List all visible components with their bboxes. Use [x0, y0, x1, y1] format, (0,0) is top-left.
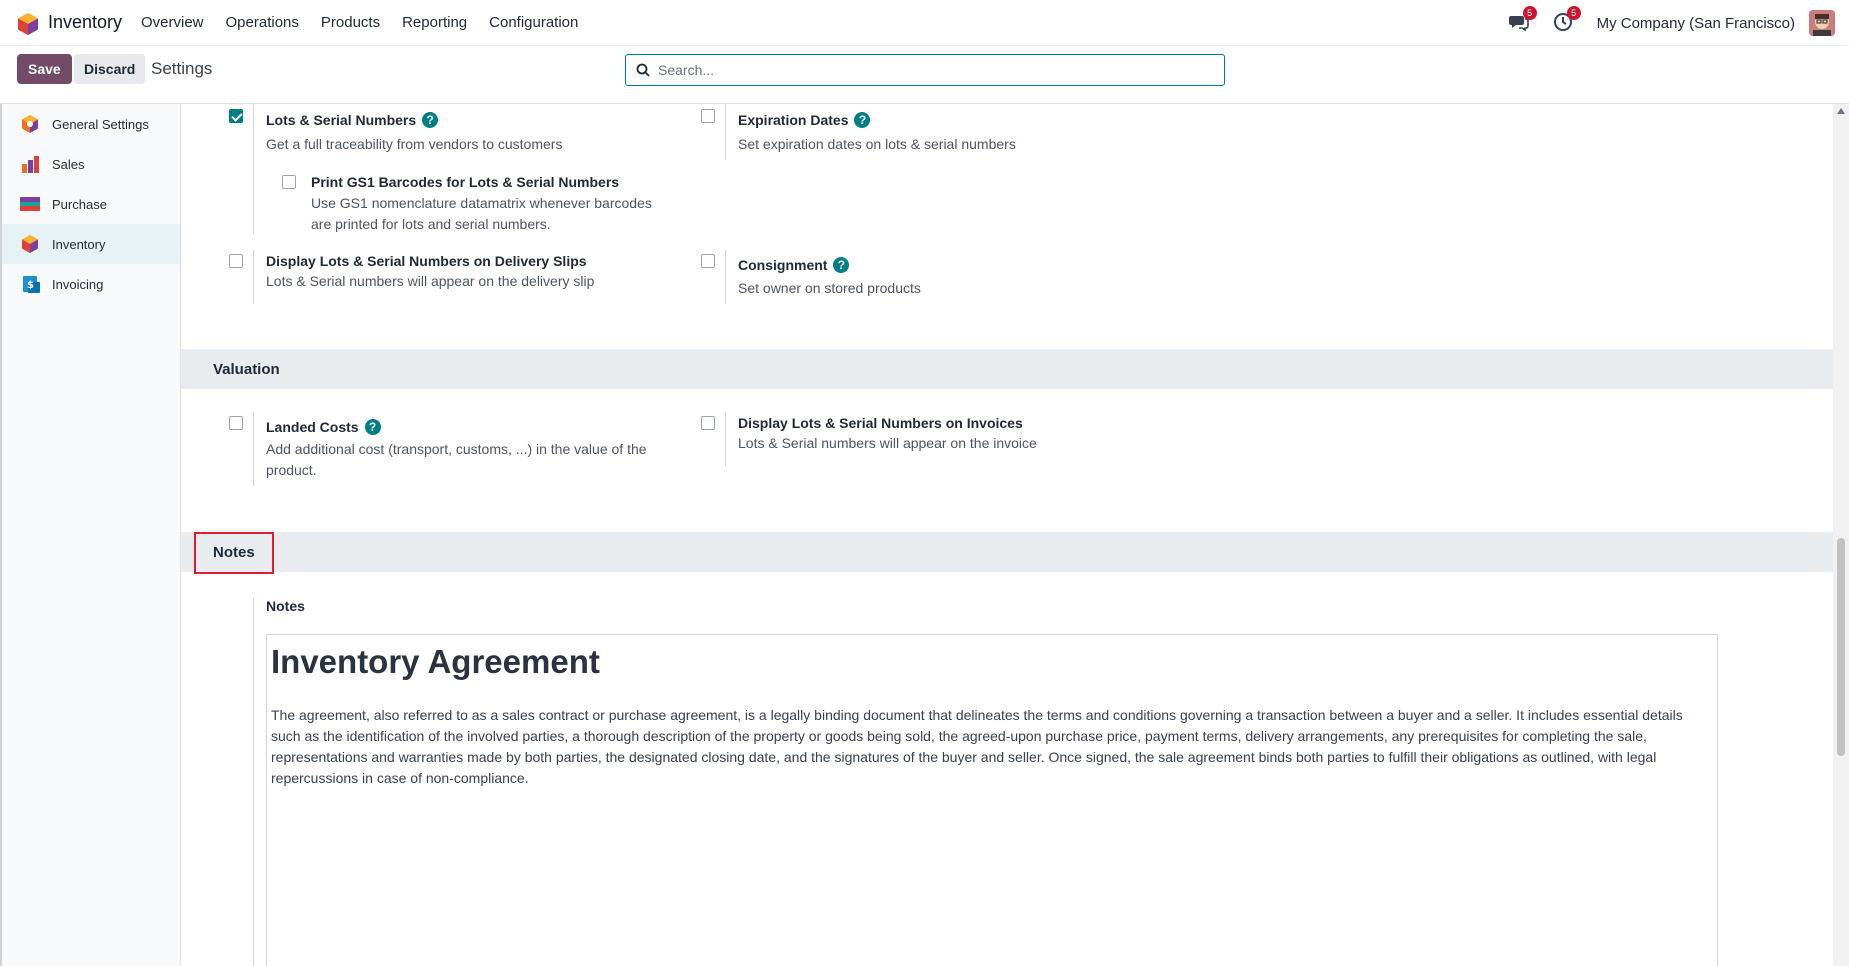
- help-icon[interactable]: ?: [422, 112, 439, 128]
- search-icon: [636, 63, 650, 77]
- setting-divider: [253, 598, 254, 966]
- help-icon[interactable]: ?: [364, 419, 381, 435]
- inventory-icon: [22, 235, 38, 253]
- invoices-lots-title: Display Lots & Serial Numbers on Invoice…: [738, 415, 1023, 431]
- setting-divider: [253, 250, 254, 304]
- section-title: Valuation: [213, 361, 280, 378]
- top-navbar: Inventory Overview Operations Products R…: [0, 0, 1849, 46]
- menu-overview[interactable]: Overview: [141, 14, 204, 31]
- gs1-barcodes-title: Print GS1 Barcodes for Lots & Serial Num…: [311, 174, 620, 190]
- landed-costs-checkbox[interactable]: [229, 416, 243, 430]
- help-icon[interactable]: ?: [854, 112, 871, 128]
- delivery-slips-desc: Lots & Serial numbers will appear on the…: [266, 273, 595, 289]
- menu-products[interactable]: Products: [321, 14, 380, 31]
- sidebar-item-label: Purchase: [52, 196, 107, 212]
- search-input[interactable]: [658, 62, 1198, 78]
- expiration-dates-desc: Set expiration dates on lots & serial nu…: [738, 136, 1016, 152]
- section-valuation: Valuation: [181, 349, 1833, 389]
- activities-badge: 5: [1566, 6, 1581, 20]
- gs1-barcodes-checkbox[interactable]: [282, 175, 296, 189]
- lots-serial-desc: Get a full traceability from vendors to …: [266, 136, 563, 152]
- notes-field-label: Notes: [266, 598, 305, 614]
- scroll-up-arrow-icon[interactable]: [1837, 108, 1845, 114]
- landed-costs-label: Landed Costs: [266, 419, 359, 435]
- menu-configuration[interactable]: Configuration: [489, 14, 578, 31]
- notes-editor[interactable]: Inventory Agreement The agreement, also …: [266, 634, 1718, 966]
- consignment-checkbox[interactable]: [701, 254, 715, 268]
- setting-lots-serial: [181, 104, 182, 105]
- vertical-scrollbar[interactable]: [1833, 104, 1849, 966]
- scrollbar-thumb[interactable]: [1837, 538, 1845, 756]
- section-title: Notes: [213, 544, 255, 561]
- sales-icon: [22, 156, 39, 173]
- breadcrumb: Settings: [151, 59, 213, 78]
- user-avatar[interactable]: [1809, 10, 1835, 36]
- messages-button[interactable]: 5: [1508, 6, 1537, 34]
- sidebar-item-label: General Settings: [52, 116, 149, 132]
- notes-heading[interactable]: Inventory Agreement: [271, 643, 600, 681]
- gs1-barcodes-desc: Use GS1 nomenclature datamatrix whenever…: [311, 195, 652, 232]
- settings-content: Lots & Serial Numbers? Get a full tracea…: [181, 104, 1833, 966]
- expiration-dates-title: Expiration Dates?: [738, 112, 871, 128]
- lots-serial-checkbox[interactable]: [229, 109, 243, 123]
- lots-serial-title: Lots & Serial Numbers?: [266, 112, 439, 128]
- landed-costs-desc: Add additional cost (transport, customs,…: [266, 441, 647, 478]
- navbar-systray: 5 5 My Company (San Francisco): [1508, 6, 1835, 36]
- sidebar-item-invoicing[interactable]: $ Invoicing: [2, 264, 180, 304]
- inventory-app-icon[interactable]: [18, 13, 38, 35]
- help-icon[interactable]: ?: [833, 257, 850, 273]
- sidebar-item-label: Sales: [52, 156, 85, 172]
- expiration-dates-label: Expiration Dates: [738, 112, 849, 128]
- company-switcher[interactable]: My Company (San Francisco): [1597, 15, 1795, 32]
- control-panel: Save Discard Settings: [0, 46, 1849, 104]
- notes-body[interactable]: The agreement, also referred to as a sal…: [271, 705, 1691, 789]
- activities-button[interactable]: 5: [1553, 6, 1581, 34]
- sidebar-item-inventory[interactable]: Inventory: [2, 224, 180, 264]
- setting-divider: [253, 412, 254, 486]
- delivery-slips-title: Display Lots & Serial Numbers on Deliver…: [266, 253, 587, 269]
- section-notes: Notes: [181, 532, 1833, 574]
- app-name[interactable]: Inventory: [48, 12, 122, 33]
- sidebar-item-label: Invoicing: [52, 276, 104, 292]
- setting-divider: [253, 104, 254, 234]
- invoicing-icon: $: [23, 276, 40, 293]
- menu-operations[interactable]: Operations: [226, 14, 299, 31]
- consignment-desc: Set owner on stored products: [738, 280, 921, 296]
- save-button[interactable]: Save: [17, 54, 72, 84]
- sidebar-item-purchase[interactable]: Purchase: [2, 184, 180, 224]
- menu-reporting[interactable]: Reporting: [402, 14, 467, 31]
- sidebar-item-sales[interactable]: Sales: [2, 144, 180, 184]
- messages-badge: 5: [1522, 6, 1537, 20]
- settings-sidebar: General Settings Sales Purchase Inventor…: [0, 104, 181, 966]
- discard-button[interactable]: Discard: [74, 54, 146, 84]
- landed-costs-title: Landed Costs?: [266, 419, 381, 435]
- consignment-label: Consignment: [738, 257, 828, 273]
- invoices-lots-desc: Lots & Serial numbers will appear on the…: [738, 435, 1037, 451]
- main-menu: Overview Operations Products Reporting C…: [141, 14, 600, 31]
- sidebar-item-general-settings[interactable]: General Settings: [2, 104, 180, 144]
- consignment-title: Consignment?: [738, 257, 850, 273]
- setting-divider: [725, 250, 726, 304]
- purchase-icon: [20, 197, 40, 211]
- expiration-dates-checkbox[interactable]: [701, 109, 715, 123]
- delivery-slips-checkbox[interactable]: [229, 254, 243, 268]
- svg-text:$: $: [27, 280, 34, 291]
- invoices-lots-checkbox[interactable]: [701, 416, 715, 430]
- setting-divider: [725, 412, 726, 466]
- lots-serial-label: Lots & Serial Numbers: [266, 112, 417, 128]
- sidebar-item-label: Inventory: [52, 236, 106, 252]
- user-avatar-icon: [1809, 10, 1835, 36]
- search-bar[interactable]: [625, 54, 1225, 86]
- general-settings-icon: [22, 115, 38, 133]
- setting-divider: [725, 104, 726, 160]
